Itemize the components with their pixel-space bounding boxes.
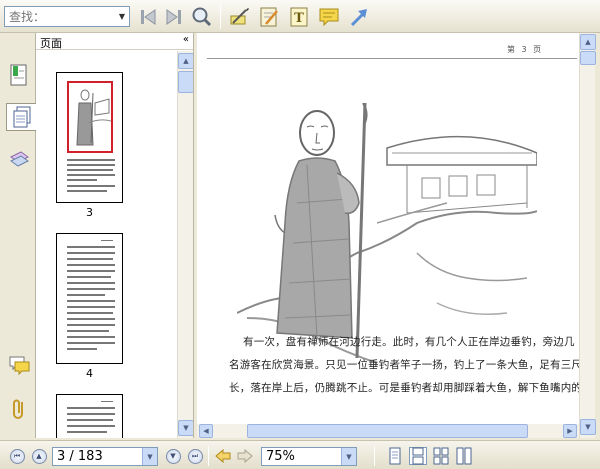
scroll-up-button[interactable]: ▲: [178, 53, 194, 69]
continuous-facing-view-button[interactable]: [455, 447, 473, 465]
document-view[interactable]: 第 3 页 有一次，盘有禅师在河边行走。此时，有几个人正在岸边垂钓，旁边几 名游…: [197, 33, 579, 424]
thumbnail-label: 3: [86, 206, 93, 219]
page-indicator: 3 / 183: [57, 449, 103, 464]
go-forward-button[interactable]: [236, 447, 254, 465]
find-button[interactable]: [189, 5, 213, 29]
previous-page-icon: ▲: [31, 448, 47, 464]
document-horizontal-scrollbar[interactable]: ◀ ▶: [197, 424, 579, 438]
go-back-button[interactable]: [214, 447, 232, 465]
comments-tab[interactable]: [6, 351, 32, 379]
note-button[interactable]: [257, 5, 281, 29]
scroll-thumb[interactable]: [178, 71, 194, 93]
document-vertical-scrollbar[interactable]: ▲ ▼: [579, 33, 596, 438]
navigation-bar: ⏮ ▲ 3 / 183 ▼ ▼ ⏭ 75% ▼: [0, 440, 600, 469]
attachments-tab[interactable]: [6, 395, 32, 423]
facing-view-button[interactable]: [432, 447, 450, 465]
thumbnail-illustration: [76, 89, 111, 146]
zoom-level-field[interactable]: 75% ▼: [261, 447, 357, 466]
page-thumbnail[interactable]: [56, 233, 123, 364]
continuous-view-button[interactable]: [409, 447, 427, 465]
thumbnail-list[interactable]: 3 4: [36, 51, 177, 438]
next-page-icon: ▼: [165, 448, 181, 464]
page-thumbnail[interactable]: [56, 394, 123, 438]
comment-list-icon: [9, 356, 30, 376]
svg-text:T: T: [294, 11, 304, 26]
doc-scroll-left-button[interactable]: ◀: [199, 424, 213, 438]
comment-button[interactable]: [317, 5, 341, 29]
arrow-icon: [350, 9, 367, 27]
collapse-panel-button[interactable]: «: [183, 34, 189, 45]
pages-icon: [13, 106, 30, 128]
pages-tab[interactable]: [6, 103, 36, 131]
select-text-icon: [230, 8, 249, 25]
layers-icon: [10, 151, 29, 167]
page-number-field[interactable]: 3 / 183 ▼: [52, 447, 158, 466]
zoom-value: 75%: [266, 449, 295, 464]
thumbnail-label: 4: [86, 367, 93, 380]
pages-panel-header: 页面 «: [36, 33, 193, 50]
side-tab-strip: [0, 33, 36, 438]
zoom-dropdown-button[interactable]: ▼: [341, 448, 356, 465]
select-text-button[interactable]: [227, 5, 251, 29]
find-previous-button[interactable]: [136, 5, 160, 29]
doc-scroll-down-button[interactable]: ▼: [580, 419, 596, 435]
bookmarks-tab[interactable]: [6, 61, 32, 89]
prev-result-icon: [141, 9, 156, 25]
arrow-tool-button[interactable]: [347, 5, 371, 29]
paragraph-line: 名游客在欣赏海景。只见一位垂钓者竿子一扬，钓上了一条大鱼，足有三尺: [229, 359, 579, 371]
monk-illustration: [237, 103, 537, 364]
forward-arrow-icon: [237, 449, 253, 463]
text-box-icon: T: [290, 7, 308, 27]
search-dropdown-button[interactable]: ▼: [115, 7, 129, 26]
continuous-facing-icon: [456, 447, 472, 465]
next-result-icon: [166, 9, 181, 25]
page-header-label: 第 3 页: [507, 45, 544, 54]
text-box-button[interactable]: T: [287, 5, 311, 29]
last-page-button[interactable]: ⏭: [186, 447, 204, 465]
back-arrow-icon: [215, 449, 231, 463]
doc-hscroll-thumb[interactable]: [247, 424, 528, 438]
pages-panel: 页面 « 3 4 ▲ ▼: [36, 33, 194, 438]
bookmark-icon: [10, 64, 27, 86]
search-box[interactable]: ▼: [4, 6, 130, 27]
search-input[interactable]: [5, 7, 115, 26]
continuous-page-icon: [412, 447, 424, 465]
page-header-rule: [207, 58, 577, 59]
thumbnail-scrollbar[interactable]: ▲ ▼: [177, 51, 194, 438]
main-toolbar: ▼: [0, 0, 600, 33]
next-page-button[interactable]: ▼: [164, 447, 182, 465]
note-icon: [260, 7, 278, 27]
paperclip-icon: [13, 399, 23, 419]
last-page-icon: ⏭: [187, 448, 203, 464]
scroll-down-button[interactable]: ▼: [178, 420, 194, 436]
first-page-button[interactable]: ⏮: [8, 447, 26, 465]
find-next-button[interactable]: [162, 5, 186, 29]
single-page-icon: [389, 447, 401, 465]
page-dropdown-button[interactable]: ▼: [142, 448, 157, 465]
doc-scroll-up-button[interactable]: ▲: [580, 34, 596, 50]
layers-tab[interactable]: [6, 146, 32, 174]
first-page-icon: ⏮: [9, 448, 25, 464]
find-icon: [192, 7, 212, 27]
previous-page-button[interactable]: ▲: [30, 447, 48, 465]
paragraph-line: 长，落在岸上后，仍腾跳不止。可是垂钓者却用脚踩着大鱼，解下鱼嘴内的: [229, 382, 579, 394]
doc-scroll-right-button[interactable]: ▶: [563, 424, 577, 438]
page-thumbnail[interactable]: [56, 72, 123, 203]
doc-scroll-thumb[interactable]: [580, 51, 596, 65]
paragraph-line: 有一次，盘有禅师在河边行走。此时，有几个人正在岸边垂钓，旁边几: [243, 336, 575, 348]
pages-panel-title: 页面: [40, 37, 62, 50]
single-page-view-button[interactable]: [386, 447, 404, 465]
comment-icon: [319, 8, 339, 27]
facing-pages-icon: [433, 447, 449, 465]
